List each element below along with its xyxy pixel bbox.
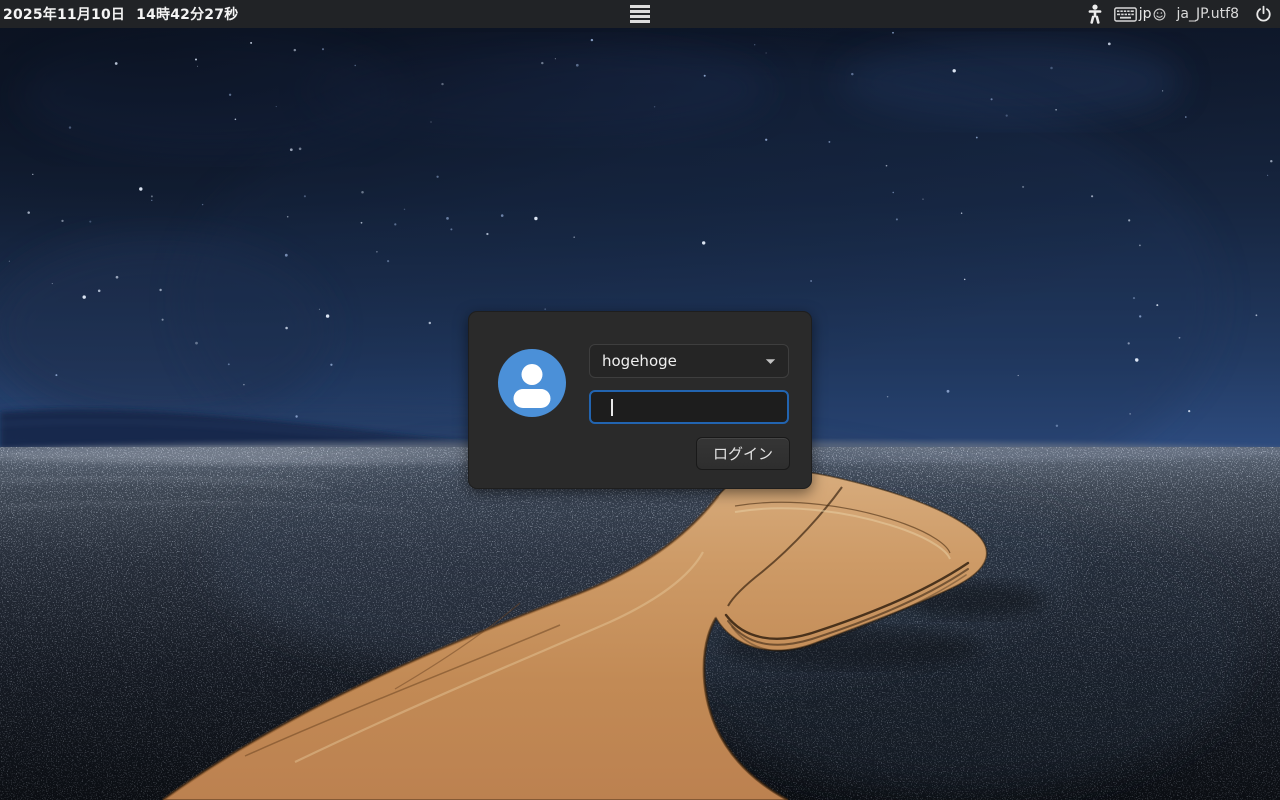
login-button[interactable]: ログイン [696, 437, 790, 470]
panel-indicators: jp ja_JP.utf8 [1087, 0, 1274, 28]
locale-indicator[interactable]: ja_JP.utf8 [1176, 6, 1239, 22]
keyboard-layout-label: jp [1139, 6, 1152, 22]
selected-username: hogehoge [602, 352, 765, 370]
power-icon [1255, 5, 1272, 23]
user-select-dropdown[interactable]: hogehoge [589, 344, 789, 378]
top-panel: 2025年11月10日 14時42分27秒 [0, 0, 1280, 28]
accessibility-icon [1087, 4, 1103, 24]
keyboard-icon [1114, 7, 1137, 22]
keyboard-layout-indicator[interactable]: jp [1114, 6, 1167, 22]
login-screen: 2025年11月10日 14時42分27秒 [0, 0, 1280, 800]
user-avatar-icon [498, 349, 566, 417]
password-input[interactable] [589, 390, 789, 424]
hamburger-icon [630, 4, 650, 24]
accessibility-menu[interactable] [1087, 0, 1103, 28]
clock-date: 2025年11月10日 [3, 4, 125, 24]
session-menu-button[interactable] [624, 0, 656, 28]
text-caret [611, 399, 613, 416]
clock-time: 14時42分27秒 [136, 4, 238, 24]
panel-clock: 2025年11月10日 14時42分27秒 [3, 0, 238, 28]
chevron-down-icon [765, 358, 776, 365]
smiley-icon [1153, 8, 1166, 21]
login-button-label: ログイン [713, 443, 773, 464]
power-menu-button[interactable] [1255, 0, 1272, 28]
login-dialog: hogehoge ログイン [468, 311, 812, 489]
